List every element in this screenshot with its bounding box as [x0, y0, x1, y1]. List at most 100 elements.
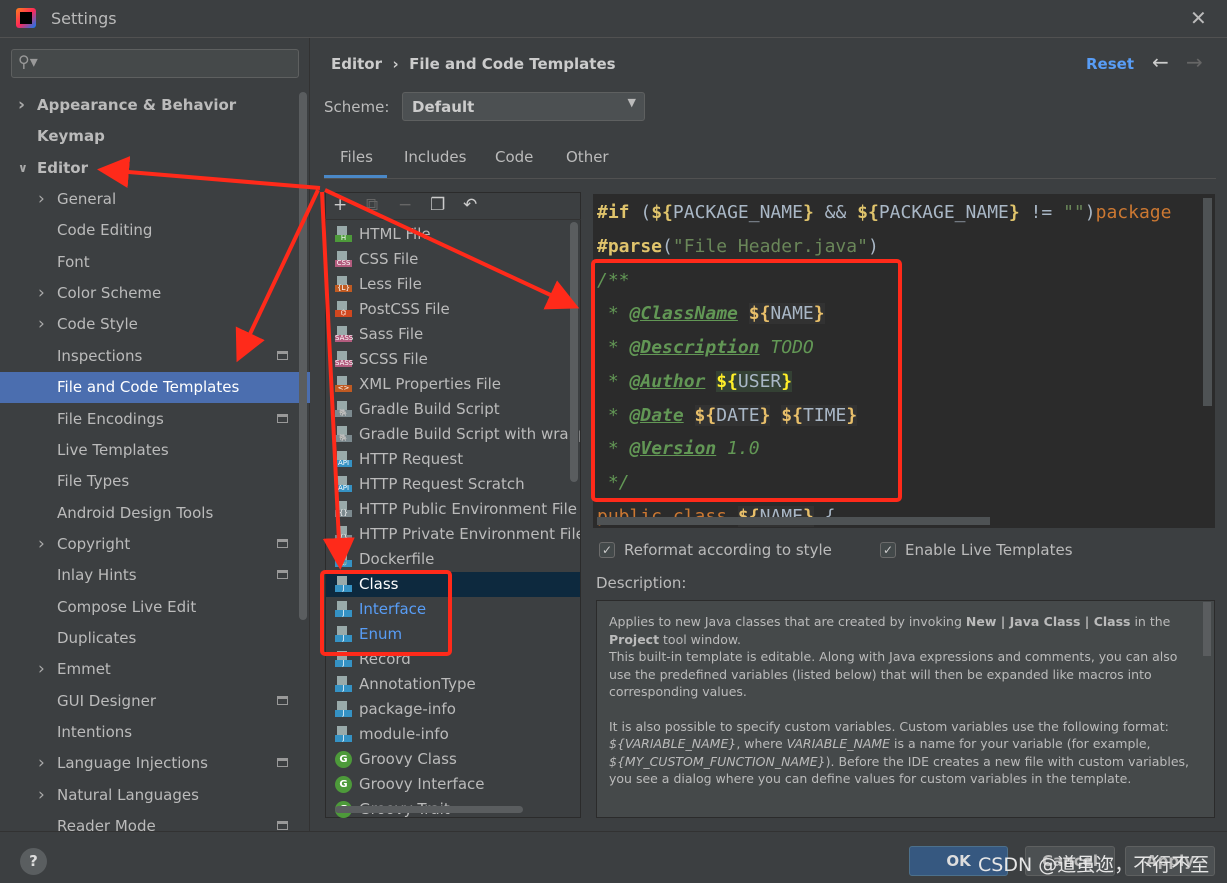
template-list-item[interactable]: J Enum	[326, 622, 580, 647]
template-list-item[interactable]: G Groovy Class	[326, 747, 580, 772]
editor-horizontal-scrollbar[interactable]	[597, 517, 990, 525]
tab-code[interactable]: Code	[495, 148, 533, 166]
chevron-right-icon[interactable]: ›	[18, 90, 25, 121]
chevron-right-icon[interactable]: ›	[38, 309, 45, 340]
sidebar-item-label: File and Code Templates	[57, 378, 240, 397]
sidebar-item[interactable]: › Natural Languages	[0, 780, 298, 811]
template-code-editor[interactable]: #if (${PACKAGE_NAME} && ${PACKAGE_NAME} …	[593, 194, 1215, 528]
sidebar-item[interactable]: GUI Designer	[0, 686, 298, 717]
forward-arrow-icon[interactable]: →	[1186, 50, 1203, 74]
template-list-item[interactable]: {} HTTP Private Environment File	[326, 522, 580, 547]
sidebar-item[interactable]: Compose Live Edit	[0, 592, 298, 623]
file-type-icon: 🐳	[335, 551, 352, 568]
template-list-item[interactable]: <> XML Properties File	[326, 372, 580, 397]
sidebar-item[interactable]: › Language Injections	[0, 748, 298, 779]
sidebar-item[interactable]: › Color Scheme	[0, 278, 298, 309]
sidebar-item-label: Copyright	[57, 534, 131, 553]
template-list-item[interactable]: J Interface	[326, 597, 580, 622]
sidebar-item[interactable]: Intentions	[0, 717, 298, 748]
sidebar-scrollbar[interactable]	[299, 92, 307, 620]
list-scrollbar[interactable]	[570, 222, 578, 482]
template-list-item[interactable]: G Groovy Interface	[326, 772, 580, 797]
template-list-item[interactable]: SASS Sass File	[326, 322, 580, 347]
live-templates-label[interactable]: Enable Live Templates	[905, 541, 1073, 559]
reset-link[interactable]: Reset	[1086, 55, 1134, 73]
chevron-right-icon[interactable]: ›	[38, 184, 45, 215]
template-list-item[interactable]: CSS CSS File	[326, 247, 580, 272]
sidebar-item-label: Android Design Tools	[57, 503, 214, 522]
template-list-item[interactable]: {L} Less File	[326, 272, 580, 297]
template-list-item[interactable]: SASS SCSS File	[326, 347, 580, 372]
sidebar-item[interactable]: File and Code Templates	[0, 372, 310, 404]
close-icon[interactable]: ✕	[1190, 6, 1207, 30]
description-scrollbar[interactable]	[1203, 602, 1211, 656]
template-list-item[interactable]: Jmodule-info	[326, 722, 580, 747]
editor-scrollbar[interactable]	[1203, 198, 1212, 406]
sidebar-item-label: Live Templates	[57, 440, 169, 459]
template-name: HTML File	[359, 225, 431, 243]
copy-template-icon[interactable]: ⧉	[366, 195, 378, 215]
template-list-item[interactable]: 🐳 Dockerfile	[326, 547, 580, 572]
template-list-item[interactable]: J Record	[326, 647, 580, 672]
help-button[interactable]: ?	[20, 848, 47, 875]
sidebar-item[interactable]: Live Templates	[0, 435, 298, 466]
template-list-item[interactable]: ⌬ PostCSS File	[326, 297, 580, 322]
tab-includes[interactable]: Includes	[404, 148, 466, 166]
sidebar-item[interactable]: Inspections	[0, 341, 298, 372]
chevron-right-icon[interactable]: ›	[38, 748, 45, 779]
sidebar-item[interactable]: Code Editing	[0, 215, 298, 246]
description-paragraph: It is also possible to specify custom va…	[609, 718, 1189, 787]
template-list-item[interactable]: Jpackage-info	[326, 697, 580, 722]
template-list-item[interactable]: API HTTP Request	[326, 447, 580, 472]
revert-icon[interactable]: ↶	[463, 195, 477, 215]
sidebar-item[interactable]: File Encodings	[0, 404, 298, 435]
file-type-icon: SASS	[335, 326, 353, 343]
template-list-item[interactable]: J AnnotationType	[326, 672, 580, 697]
sidebar-item[interactable]: Keymap	[0, 121, 298, 152]
template-list-item[interactable]: 🐘 Gradle Build Script	[326, 397, 580, 422]
sidebar-item[interactable]: Inlay Hints	[0, 560, 298, 591]
sidebar-item[interactable]: › Code Style	[0, 309, 298, 340]
tab-other[interactable]: Other	[566, 148, 609, 166]
chevron-down-icon[interactable]: ∨	[18, 153, 28, 184]
template-name: Record	[359, 650, 411, 668]
tab-files[interactable]: Files	[340, 148, 373, 166]
sidebar-item[interactable]: File Types	[0, 466, 298, 497]
list-horizontal-scrollbar[interactable]	[335, 806, 523, 813]
sidebar-item[interactable]: Font	[0, 247, 298, 278]
duplicate-icon[interactable]: ❐	[430, 195, 445, 215]
live-templates-checkbox[interactable]: ✓	[880, 542, 896, 558]
file-type-icon: J	[335, 651, 352, 668]
template-name: Enum	[359, 625, 403, 643]
project-settings-icon	[277, 538, 288, 548]
sidebar-item[interactable]: › Copyright	[0, 529, 298, 560]
reformat-checkbox[interactable]: ✓	[599, 542, 615, 558]
add-icon[interactable]: +	[333, 195, 347, 215]
chevron-right-icon[interactable]: ›	[38, 654, 45, 685]
breadcrumb-parent[interactable]: Editor	[331, 55, 382, 73]
chevron-right-icon[interactable]: ›	[38, 278, 45, 309]
file-type-icon: SASS	[335, 351, 353, 368]
sidebar-item[interactable]: › Emmet	[0, 654, 298, 685]
reformat-label[interactable]: Reformat according to style	[624, 541, 832, 559]
sidebar-item-label: Language Injections	[57, 754, 208, 773]
project-settings-icon	[277, 413, 288, 423]
sidebar-item[interactable]: ∨ Editor	[0, 153, 298, 184]
template-list-item[interactable]: H HTML File	[326, 222, 580, 247]
search-input[interactable]: ⚲▾	[11, 49, 299, 78]
template-list-item[interactable]: API HTTP Request Scratch	[326, 472, 580, 497]
sidebar-item[interactable]: › General	[0, 184, 298, 215]
sidebar-item[interactable]: › Appearance & Behavior	[0, 90, 298, 121]
back-arrow-icon[interactable]: ←	[1152, 50, 1169, 74]
template-list-item[interactable]: 🐘 Gradle Build Script with wrapper	[326, 422, 580, 447]
sidebar-item[interactable]: Duplicates	[0, 623, 298, 654]
scheme-dropdown[interactable]: Default ▼	[402, 92, 645, 121]
template-list-item[interactable]: {} HTTP Public Environment File	[326, 497, 580, 522]
sidebar-item[interactable]: Android Design Tools	[0, 498, 298, 529]
file-type-icon: CSS	[335, 251, 352, 268]
sidebar-item-label: Appearance & Behavior	[37, 96, 237, 114]
chevron-right-icon[interactable]: ›	[38, 780, 45, 811]
template-list-item[interactable]: J Class	[326, 572, 580, 597]
chevron-right-icon[interactable]: ›	[38, 529, 45, 560]
remove-icon[interactable]: −	[398, 195, 412, 215]
